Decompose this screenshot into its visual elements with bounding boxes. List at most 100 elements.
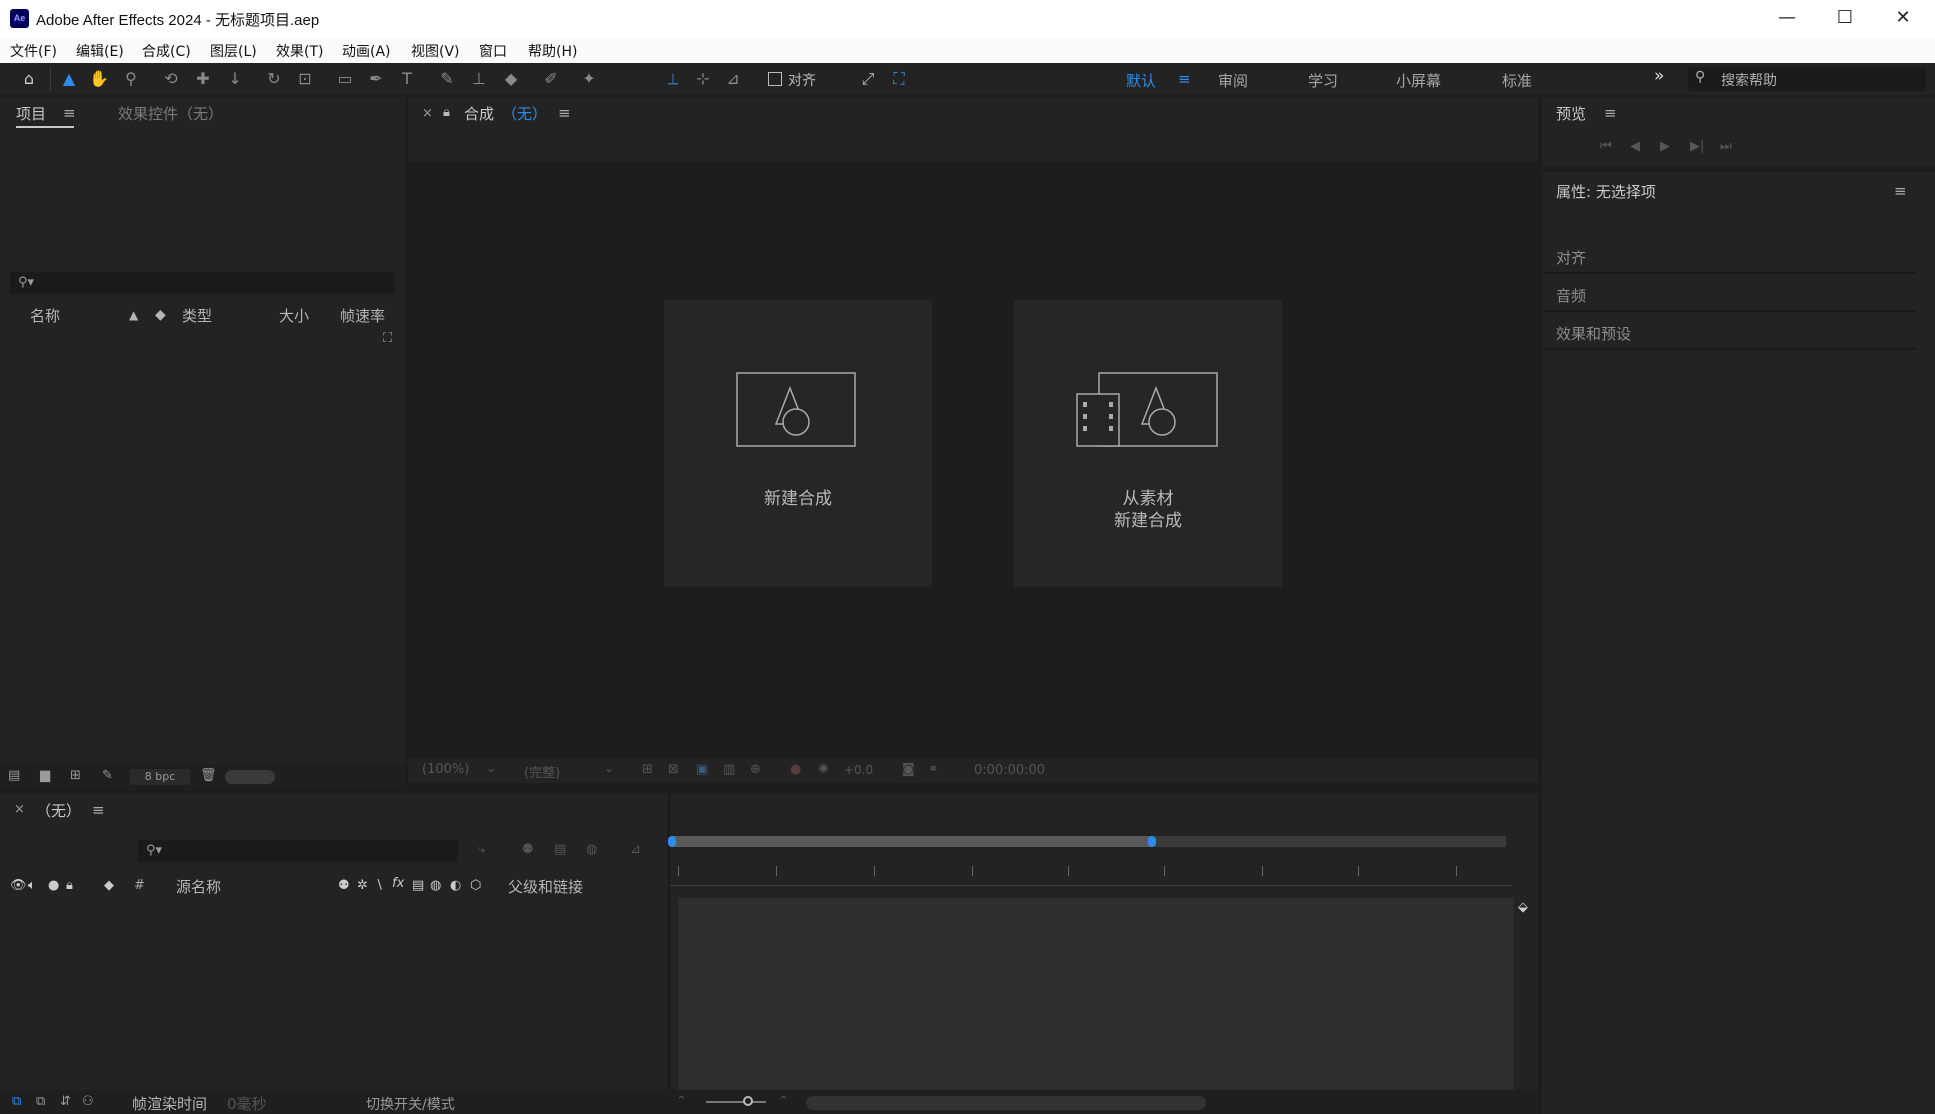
- rotate-tool-icon[interactable]: ↻: [263, 68, 285, 90]
- workspace-small-screen[interactable]: 小屏幕: [1396, 70, 1441, 91]
- workspace-review[interactable]: 审阅: [1218, 70, 1248, 91]
- column-name[interactable]: 名称: [30, 305, 60, 326]
- layer-track-area[interactable]: [678, 898, 1514, 1094]
- eye-icon[interactable]: 👁︎: [10, 878, 27, 893]
- clone-stamp-icon[interactable]: ⊥: [468, 68, 490, 90]
- work-area-end-handle[interactable]: [1148, 836, 1156, 847]
- orbit-camera-icon[interactable]: ⟲: [160, 68, 182, 90]
- type-tool-icon[interactable]: T: [396, 68, 418, 90]
- next-frame-icon[interactable]: ▶|: [1690, 139, 1704, 154]
- menu-window[interactable]: 窗口: [479, 41, 507, 61]
- first-frame-icon[interactable]: ⏮: [1600, 139, 1612, 154]
- column-type[interactable]: 类型: [182, 305, 212, 326]
- pen-tool-icon[interactable]: ✒: [365, 68, 387, 90]
- layer-switches-icon[interactable]: ⧉: [12, 1094, 21, 1109]
- local-axis-icon[interactable]: ⟂: [662, 68, 684, 90]
- selection-tool-icon[interactable]: ▲: [58, 68, 80, 90]
- toggle-switches-modes[interactable]: 切换开关/模式: [366, 1094, 455, 1114]
- project-search-input[interactable]: ⚲▾: [10, 272, 395, 294]
- work-area-range[interactable]: [672, 836, 1152, 847]
- label-tag-icon[interactable]: ◆: [155, 307, 166, 323]
- trash-icon[interactable]: 🗑: [200, 768, 217, 783]
- roto-brush-icon[interactable]: ✐: [540, 68, 562, 90]
- work-area-start-handle[interactable]: [668, 836, 676, 847]
- section-effects-presets[interactable]: 效果和预设: [1544, 314, 1916, 350]
- graph-editor-icon[interactable]: ⊿: [630, 842, 641, 857]
- dolly-camera-icon[interactable]: ↓: [224, 68, 246, 90]
- brush-tool-icon[interactable]: ✎: [436, 68, 458, 90]
- menu-composition[interactable]: 合成(C): [142, 41, 191, 61]
- section-align[interactable]: 对齐: [1544, 238, 1916, 274]
- close-tab-icon[interactable]: ×: [422, 106, 433, 121]
- bpc-button[interactable]: 8 bpc: [130, 769, 190, 785]
- align-checkbox[interactable]: [768, 72, 782, 86]
- world-axis-icon[interactable]: ⊹: [692, 68, 714, 90]
- transfer-controls-icon[interactable]: ⧉: [36, 1094, 45, 1109]
- close-tab-icon[interactable]: ×: [14, 802, 25, 817]
- comp-tab-value[interactable]: （无）: [502, 103, 547, 124]
- color-channels-icon[interactable]: ●: [790, 762, 801, 777]
- timeline-menu-icon[interactable]: ≡: [92, 801, 105, 819]
- zoom-slider-track[interactable]: [706, 1101, 766, 1103]
- zoom-tool-icon[interactable]: ⚲: [120, 68, 142, 90]
- eraser-tool-icon[interactable]: ◆: [500, 68, 522, 90]
- zoom-slider-handle[interactable]: [743, 1096, 753, 1106]
- resolution-dropdown[interactable]: (完整): [524, 762, 560, 781]
- play-icon[interactable]: ▶: [1660, 139, 1670, 154]
- project-panel-menu-icon[interactable]: ≡: [63, 104, 76, 122]
- solo-icon[interactable]: ●: [48, 878, 59, 893]
- adjust-project-icon[interactable]: ✎: [102, 768, 113, 783]
- audio-icon[interactable]: 🔈︎: [28, 878, 36, 893]
- transparency-grid-icon[interactable]: ⊠: [668, 762, 679, 777]
- sort-ascending-icon[interactable]: ▲: [129, 308, 138, 322]
- workspace-default[interactable]: 默认: [1126, 70, 1156, 91]
- shy-layers-icon[interactable]: ⚉: [522, 842, 534, 857]
- close-button[interactable]: ✕: [1874, 0, 1932, 38]
- workspace-learn[interactable]: 学习: [1308, 70, 1338, 91]
- thumbnail-slider[interactable]: [225, 770, 275, 784]
- motion-blur-icon[interactable]: ◍: [586, 842, 597, 857]
- section-audio[interactable]: 音频: [1544, 276, 1916, 312]
- home-icon[interactable]: ⌂: [18, 68, 40, 90]
- column-frame-rate[interactable]: 帧速率: [340, 305, 385, 326]
- exposure-icon[interactable]: ✺: [818, 762, 829, 777]
- current-time[interactable]: 0:00:00:00: [974, 763, 1045, 778]
- new-comp-from-footage-card[interactable]: 从素材 新建合成: [1014, 300, 1282, 587]
- hand-tool-icon[interactable]: ✋: [88, 68, 110, 90]
- new-composition-card[interactable]: 新建合成: [664, 300, 932, 587]
- anchor-point-icon[interactable]: ⊡: [294, 68, 316, 90]
- interpret-footage-icon[interactable]: ▤: [8, 768, 20, 783]
- comp-button-icon[interactable]: ⬙: [1518, 900, 1528, 915]
- menu-edit[interactable]: 编辑(E): [76, 41, 124, 61]
- comp-panel-menu-icon[interactable]: ≡: [558, 104, 571, 122]
- time-ruler[interactable]: [670, 864, 1512, 886]
- lock-icon[interactable]: 🔒︎: [66, 878, 73, 893]
- properties-menu-icon[interactable]: ≡: [1894, 182, 1907, 200]
- snapping-icon[interactable]: ⤢: [857, 68, 879, 90]
- region-of-interest-icon[interactable]: ⊞: [642, 762, 653, 777]
- tab-project[interactable]: 项目: [16, 103, 46, 124]
- tab-effect-controls[interactable]: 效果控件（无）: [118, 103, 223, 124]
- guides-icon[interactable]: ▥: [723, 762, 735, 777]
- preview-menu-icon[interactable]: ≡: [1604, 104, 1617, 122]
- timeline-scrollbar[interactable]: [806, 1096, 1206, 1110]
- minimize-button[interactable]: —: [1758, 0, 1816, 38]
- view-axis-icon[interactable]: ⊿: [722, 68, 744, 90]
- menu-view[interactable]: 视图(V): [411, 41, 460, 61]
- workspace-menu-icon[interactable]: ≡: [1178, 70, 1191, 88]
- zoom-in-icon[interactable]: ⌃: [778, 1094, 789, 1109]
- frame-blending-icon[interactable]: ▤: [554, 842, 566, 857]
- flowchart-icon[interactable]: ⛶: [383, 331, 392, 346]
- workspace-standard[interactable]: 标准: [1502, 70, 1532, 91]
- source-name-header[interactable]: 源名称: [176, 876, 221, 897]
- last-frame-icon[interactable]: ⏭: [1720, 139, 1732, 154]
- timeline-tab[interactable]: （无）: [36, 800, 81, 821]
- render-time-icon[interactable]: ⚇: [82, 1094, 94, 1109]
- column-size[interactable]: 大小: [279, 305, 309, 326]
- in-out-columns-icon[interactable]: ⇵: [60, 1094, 71, 1109]
- zoom-out-icon[interactable]: ⌃: [676, 1094, 687, 1109]
- more-workspaces-icon[interactable]: »: [1654, 66, 1664, 86]
- menu-effect[interactable]: 效果(T): [276, 41, 323, 61]
- timeline-search-input[interactable]: ⚲▾: [138, 840, 458, 862]
- menu-help[interactable]: 帮助(H): [528, 41, 577, 61]
